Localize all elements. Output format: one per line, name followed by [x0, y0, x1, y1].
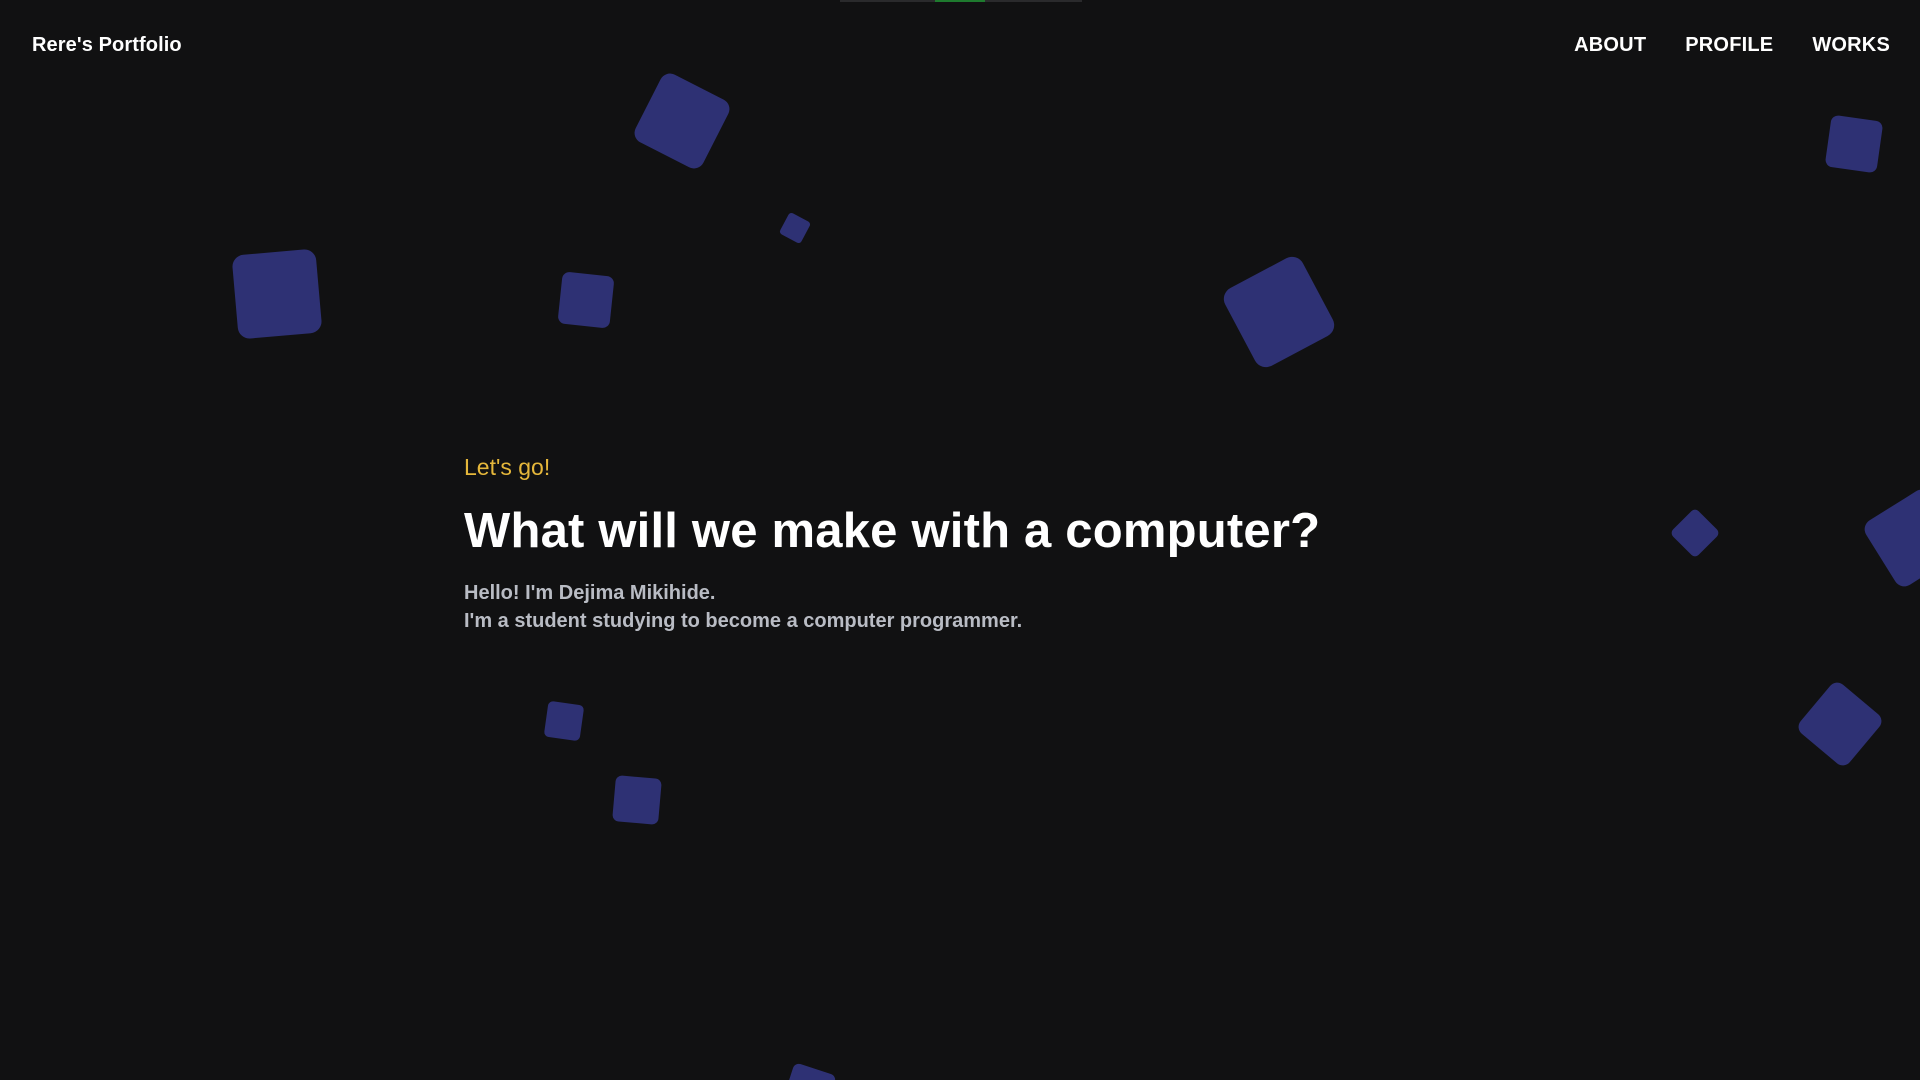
nav-link-profile[interactable]: PROFILE [1685, 34, 1773, 57]
decorative-square [1794, 678, 1886, 770]
decorative-square [612, 775, 662, 825]
decorative-square [1824, 114, 1884, 174]
decorative-square [231, 248, 323, 340]
brand-logo-link[interactable]: Rere's Portfolio [32, 34, 182, 57]
nav-link-works[interactable]: WORKS [1812, 34, 1890, 57]
decorative-square [557, 271, 615, 329]
hero-title: What will we make with a computer? [464, 504, 1321, 558]
nav-link-about[interactable]: ABOUT [1574, 34, 1646, 57]
hero-intro-line: Hello! I'm Dejima Mikihide. [464, 582, 716, 604]
hero-section: Let's go! What will we make with a compu… [464, 454, 1320, 635]
main-nav: ABOUT PROFILE WORKS [1574, 34, 1890, 57]
decorative-square [778, 211, 812, 245]
page: Rere's Portfolio ABOUT PROFILE WORKS Let… [0, 0, 1920, 1080]
decorative-square [543, 700, 585, 742]
decorative-square [1219, 252, 1339, 372]
decorative-square [781, 1062, 837, 1080]
site-header: Rere's Portfolio ABOUT PROFILE WORKS [0, 0, 1920, 94]
decorative-square [1860, 485, 1920, 591]
hero-intro-line: I'm a student studying to become a compu… [464, 610, 1023, 632]
hero-kicker: Let's go! [464, 454, 551, 480]
decorative-square [1669, 507, 1721, 559]
